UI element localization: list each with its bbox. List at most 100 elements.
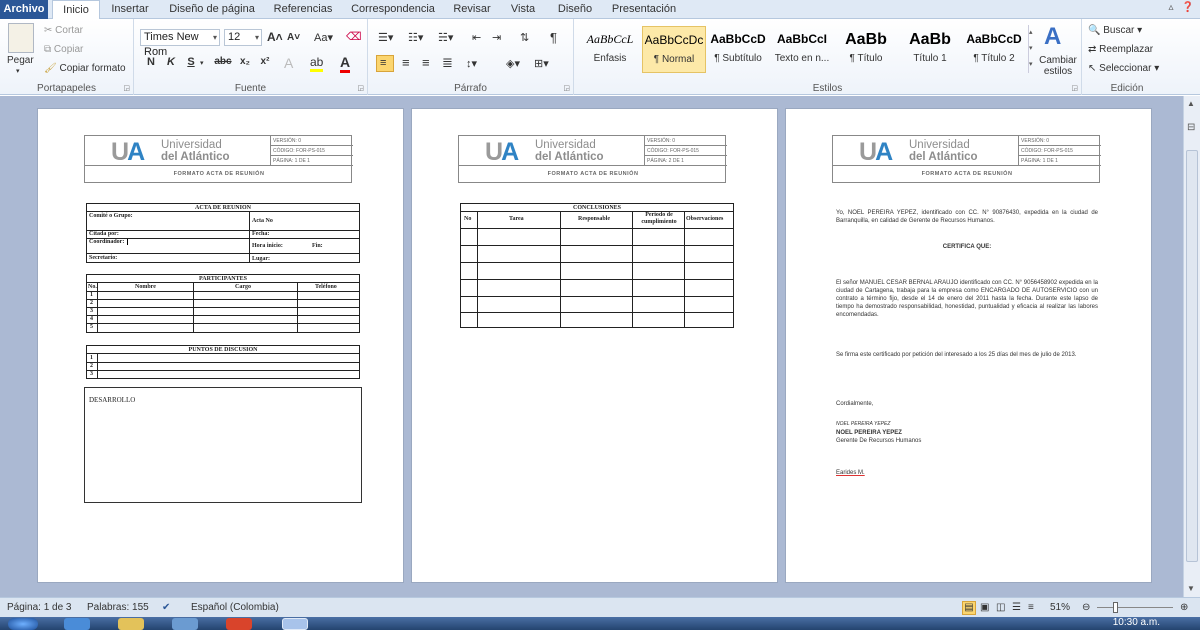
ruler-toggle-icon[interactable]: ⊟ [1187,122,1195,133]
align-right-icon[interactable]: ≡ [422,55,430,70]
multilevel-list-icon[interactable]: ☵▾ [438,31,453,44]
style-normal[interactable]: AaBbCcDc ¶ Normal [642,26,706,73]
minimize-ribbon-icon[interactable]: ▵ [1169,2,1174,13]
highlight-icon[interactable]: ab [310,55,324,72]
superscript-button[interactable]: x² [256,56,274,67]
strikethrough-button[interactable]: abc [212,56,234,67]
style-titulo[interactable]: AaBb ¶ Título [834,26,898,73]
numbering-icon[interactable]: ☷▾ [408,31,423,44]
style-titulo-2[interactable]: AaBbCcD ¶ Título 2 [962,26,1026,73]
cut-button[interactable]: ✂ Cortar [44,25,83,36]
text-effects-icon[interactable]: A [284,55,293,71]
clock[interactable]: 10:30 a.m. [1113,617,1160,629]
chevron-down-icon[interactable]: ▾ [16,67,20,75]
style-enfasis[interactable]: AaBbCcL Énfasis [578,26,642,73]
decrease-indent-icon[interactable]: ⇤ [472,31,481,44]
tab-correspondencia[interactable]: Correspondencia [346,0,440,19]
dialog-launcher-icon[interactable]: ◲ [1071,84,1078,92]
zoom-slider-handle[interactable] [1113,602,1118,613]
chevron-down-icon[interactable]: ▾ [213,30,217,45]
tab-vista[interactable]: Vista [504,0,542,19]
scroll-thumb[interactable] [1186,150,1198,562]
vertical-scrollbar[interactable]: ▲ ⊟ ▼ [1183,96,1200,597]
find-button[interactable]: 🔍 Buscar ▾ [1088,25,1142,36]
word-taskbar-icon[interactable] [282,618,308,630]
pilcrow-icon[interactable]: ¶ [550,30,557,45]
zoom-out-icon[interactable]: ⊖ [1082,598,1090,618]
tab-archivo[interactable]: Archivo [0,0,48,19]
font-color-icon[interactable]: A [340,54,351,73]
tab-referencias[interactable]: Referencias [268,0,338,19]
font-size-combo[interactable]: 12 ▾ [224,29,262,46]
borders-icon[interactable]: ⊞▾ [534,57,549,70]
font-name-combo[interactable]: Times New Rom ▾ [140,29,220,58]
scroll-up-icon[interactable]: ▲ [1187,99,1195,108]
tab-inicio[interactable]: Inicio [52,0,100,20]
scroll-down-icon[interactable]: ▼ [1187,584,1195,593]
outline-icon[interactable]: ☰ [1012,598,1021,618]
styles-scroll[interactable]: ▴ ▾ ▾ [1028,25,1037,73]
dialog-launcher-icon[interactable]: ◲ [357,84,364,92]
status-words[interactable]: Palabras: 155 [87,598,149,618]
acta-coord-label[interactable]: Coordinador: [89,238,129,246]
ie-icon[interactable] [64,618,90,630]
shrink-font-button[interactable]: A˅ [287,32,300,43]
dialog-launcher-icon[interactable]: ◲ [123,84,130,92]
format-painter-button[interactable]: 🖌 Copiar formato [44,63,126,74]
draft-icon[interactable]: ≡ [1028,598,1034,618]
chevron-down-icon[interactable]: ▾ [255,30,259,45]
desarrollo-box[interactable]: DESARROLLO [84,387,362,503]
change-case-button[interactable]: Aa▾ [314,31,333,44]
full-screen-icon[interactable]: ▣ [980,598,989,618]
chevron-down-icon[interactable]: ▾ [200,59,204,67]
web-layout-icon[interactable]: ◫ [996,598,1005,618]
tab-revisar[interactable]: Revisar [446,0,498,19]
line-spacing-icon[interactable]: ↕▾ [466,57,477,70]
shading-icon[interactable]: ◈▾ [506,57,520,70]
replace-button[interactable]: ⇄ Reemplazar [1088,44,1153,55]
copy-button[interactable]: ⧉ Copiar [44,44,83,55]
tab-insertar[interactable]: Insertar [104,0,156,19]
document-page-3[interactable]: UA Universidad del Atlántico VERSIÓN: 0 C… [785,108,1152,583]
tab-diseno-pagina[interactable]: Diseño de página [162,0,262,19]
status-language[interactable]: Español (Colombia) [191,598,279,618]
group-parrafo: ☰▾ ☷▾ ☵▾ ⇤ ⇥ ⇅ ¶ ≡ ≡ ≡ ≣ ↕▾ ◈▾ ⊞▾ Párraf… [368,19,574,95]
subscript-button[interactable]: x₂ [236,56,254,67]
app-icon[interactable] [172,618,198,630]
browser-icon[interactable] [226,618,252,630]
underline-button[interactable]: S [182,56,200,68]
table-row: 3 [90,371,93,377]
zoom-slider[interactable] [1097,607,1173,608]
status-page[interactable]: Página: 1 de 3 [7,598,72,618]
select-button[interactable]: ↖ Seleccionar ▾ [1088,63,1159,74]
help-icon[interactable]: ❓ [1182,2,1194,13]
zoom-in-icon[interactable]: ⊕ [1180,598,1188,618]
print-layout-icon[interactable]: ▤ [962,601,976,615]
dialog-launcher-icon[interactable]: ◲ [563,84,570,92]
folder-icon[interactable] [118,618,144,630]
start-button[interactable] [8,618,38,630]
style-texto-negrita[interactable]: AaBbCcI Texto en n... [770,26,834,73]
style-titulo-1[interactable]: AaBb Título 1 [898,26,962,73]
header-format-title: FORMATO ACTA DE REUNIÓN [547,171,639,177]
align-left-icon[interactable]: ≡ [376,55,394,72]
style-subtitulo[interactable]: AaBbCcD ¶ Subtítulo [706,26,770,73]
clear-format-icon[interactable]: ⌫ [346,30,362,43]
bullets-icon[interactable]: ☰▾ [378,31,393,44]
paste-button[interactable]: Pegar [7,55,34,66]
change-styles-button[interactable]: Cambiar estilos [1038,55,1078,77]
increase-indent-icon[interactable]: ⇥ [492,31,501,44]
align-center-icon[interactable]: ≡ [402,55,410,70]
sort-icon[interactable]: ⇅ [520,31,529,44]
document-page-1[interactable]: UA Universidad del Atlántico VERSIÓN: 0 C… [37,108,404,583]
tab-diseno[interactable]: Diseño [550,0,600,19]
italic-button[interactable]: K [162,56,180,68]
zoom-level[interactable]: 51% [1050,598,1070,618]
bold-button[interactable]: N [142,56,160,68]
justify-icon[interactable]: ≣ [442,55,453,71]
cursor-icon: ↖ [1088,63,1097,74]
document-page-2[interactable]: UA Universidad del Atlántico VERSIÓN: 0 C… [411,108,778,583]
proofing-icon[interactable]: ✔ [162,598,170,618]
tab-presentacion[interactable]: Presentación [606,0,682,19]
grow-font-button[interactable]: A˄ [267,30,283,44]
